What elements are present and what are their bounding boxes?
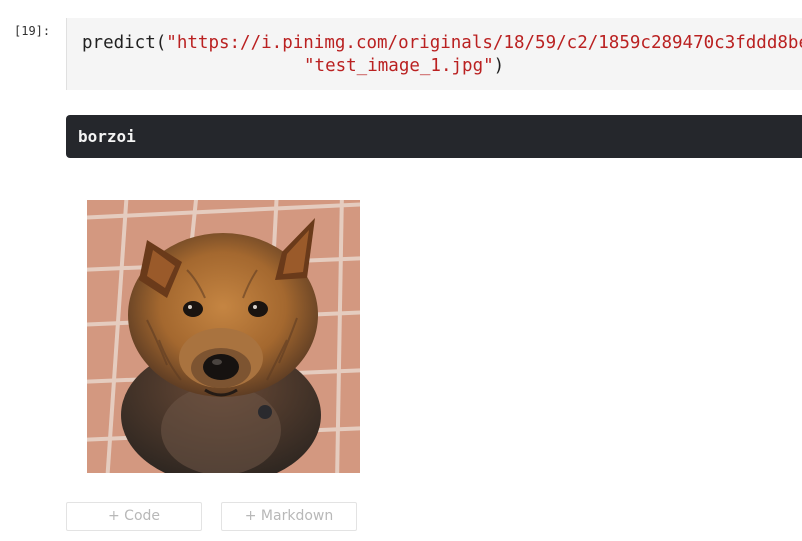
code-line-1: predict("https://i.pinimg.com/originals/… (82, 32, 802, 54)
add-code-cell-button[interactable]: + Code (66, 502, 202, 531)
code-url-string: "https://i.pinimg.com/originals/18/59/c2… (166, 33, 802, 53)
code-cell-editor[interactable]: predict("https://i.pinimg.com/originals/… (66, 18, 802, 90)
add-markdown-cell-button[interactable]: + Markdown (221, 502, 357, 531)
dog-photo-output (87, 200, 360, 473)
code-filename-string: "test_image_1.jpg" (304, 56, 494, 76)
code-close-paren: ) (493, 56, 505, 76)
output-text-area: borzoi (66, 115, 802, 158)
code-function-call: predict( (82, 33, 167, 53)
dog-photo (87, 200, 360, 473)
notebook-page: [19]: predict("https://i.pinimg.com/orig… (0, 0, 802, 541)
code-line-2: "test_image_1.jpg") (304, 55, 504, 77)
prediction-output: borzoi (78, 127, 136, 146)
execution-count: [19]: (14, 24, 51, 38)
